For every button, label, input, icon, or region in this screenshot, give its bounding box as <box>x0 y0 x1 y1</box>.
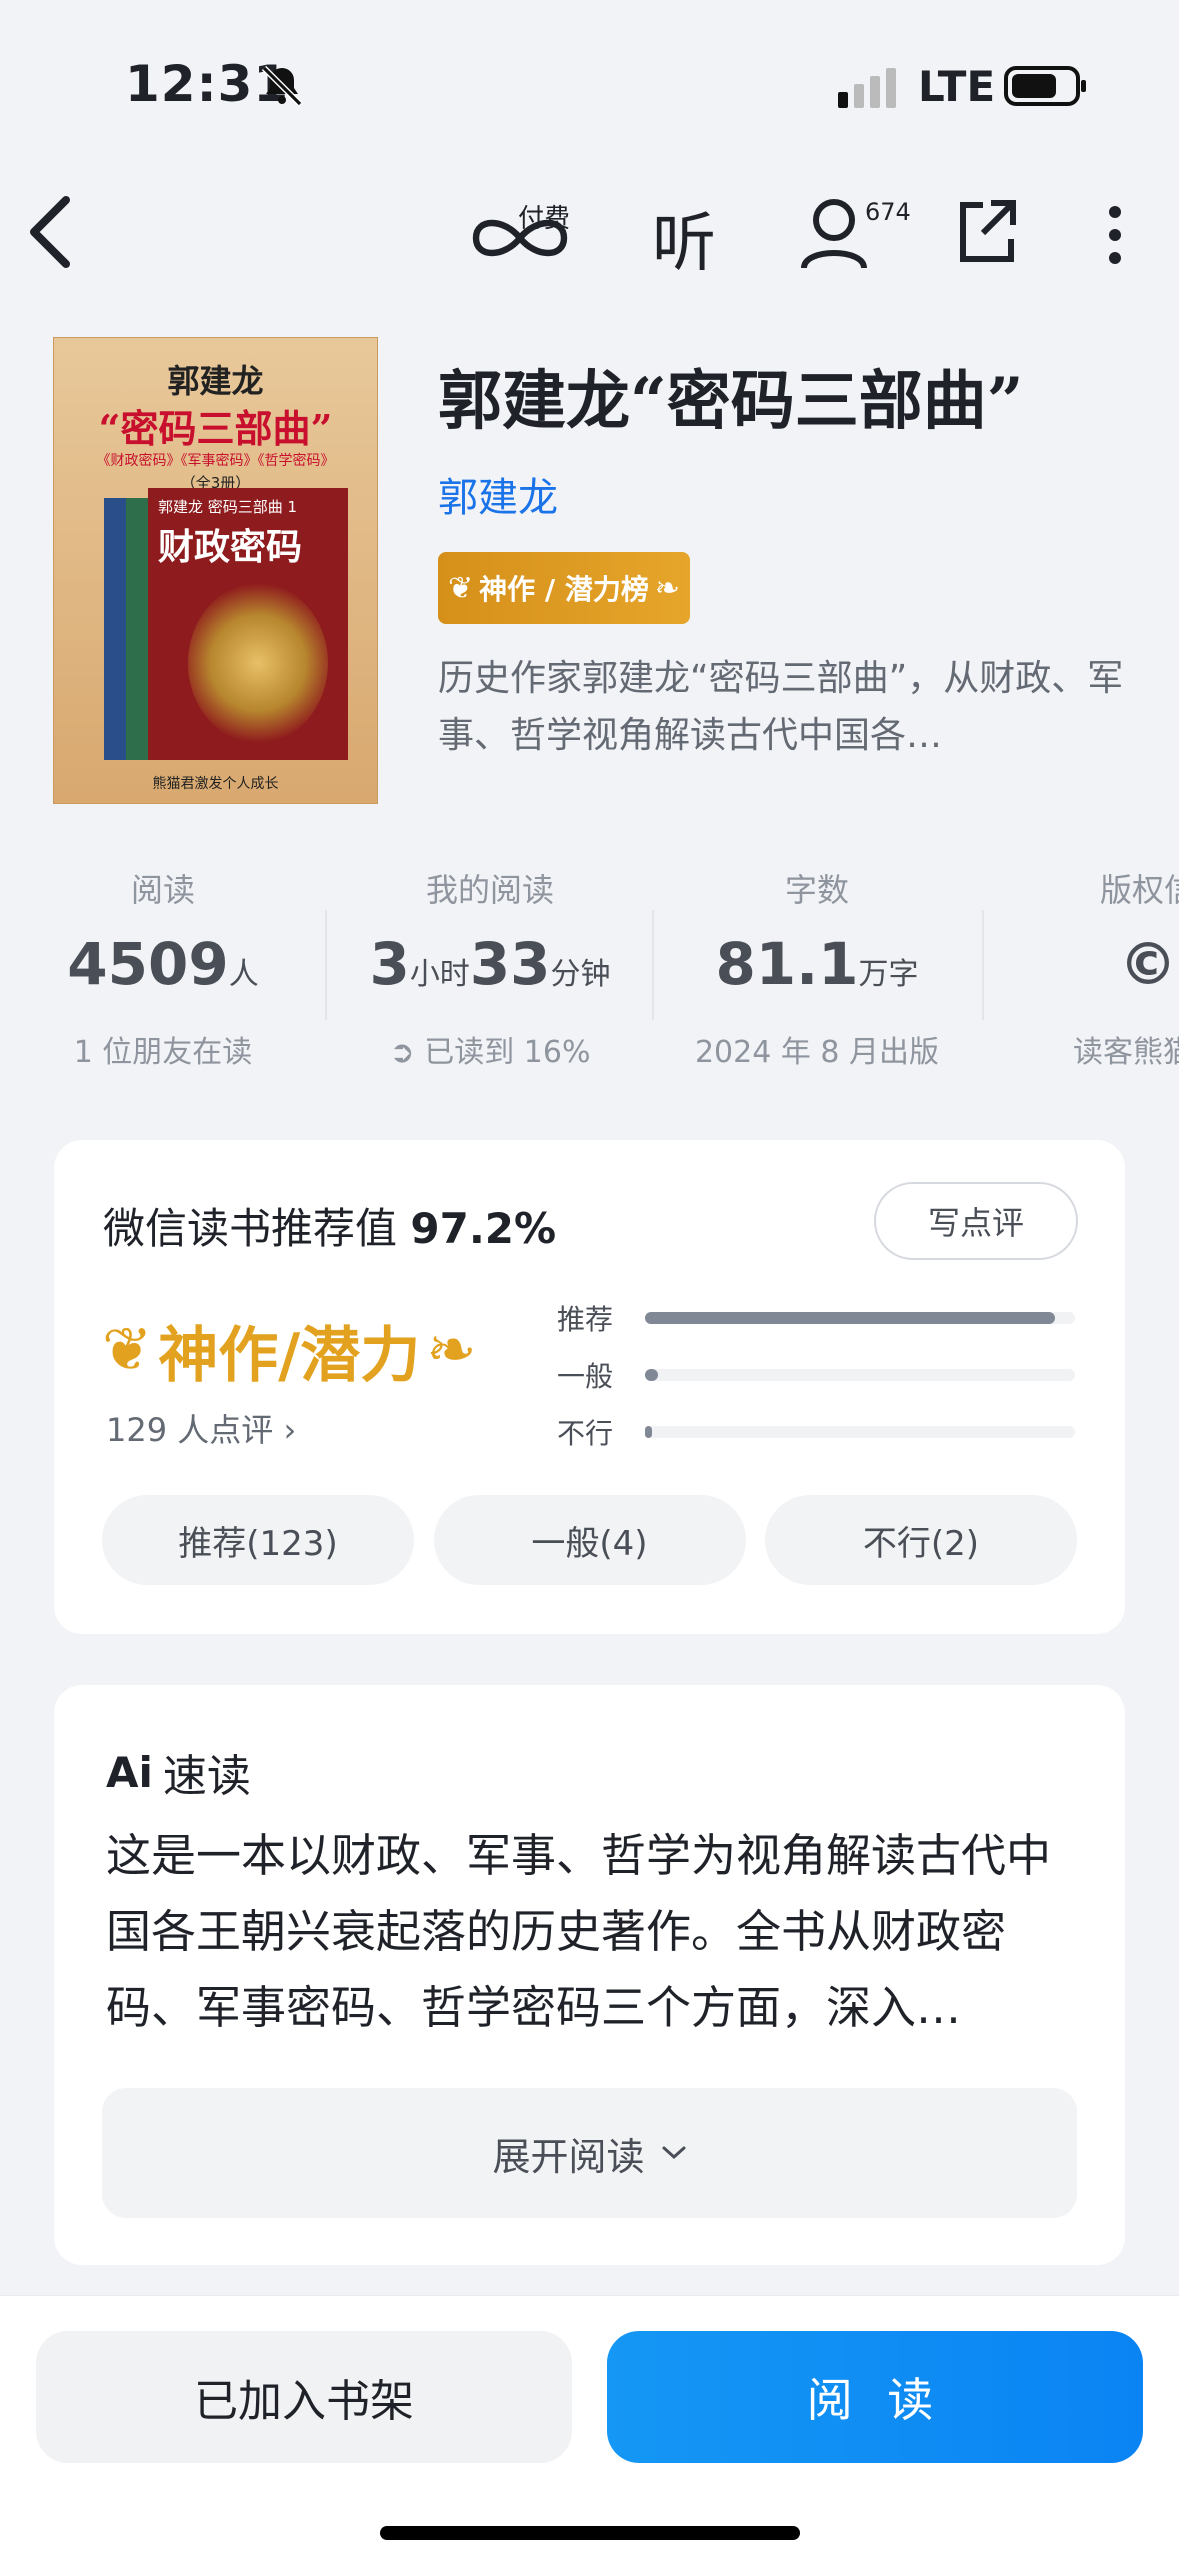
rating-bar-label: 一般 <box>557 1360 614 1393</box>
laurel-left-icon: ❦ <box>447 570 474 606</box>
rank-badge[interactable]: ❦ 神作 / 潜力榜 ❧ <box>438 552 690 624</box>
rating-bar-row: 一般 <box>557 1347 1077 1404</box>
ai-summary-title: 速读 <box>162 1751 251 1802</box>
share-icon[interactable] <box>955 195 1019 267</box>
cover-title: “密码三部曲” <box>98 406 333 451</box>
rating-bars: 推荐 一般 不行 <box>557 1290 1077 1461</box>
cover-subtitle: 《财政密码》《军事密码》《哲学密码》 <box>96 453 335 469</box>
top-nav: 付费 听 674 <box>0 180 1179 281</box>
add-to-shelf-button[interactable]: 已加入书架 <box>36 2331 572 2463</box>
recommend-badge-label: 神作/潜力 <box>158 1320 421 1391</box>
stat-label: 版权信 <box>1099 871 1179 909</box>
cover-publisher: 熊猫君激发个人成长 <box>152 776 279 792</box>
cover-book-title: 财政密码 <box>158 526 303 568</box>
bell-muted-icon <box>261 65 303 107</box>
cover-author: 郭建龙 <box>167 362 264 400</box>
rating-bar-row: 不行 <box>557 1404 1077 1461</box>
book-description[interactable]: 历史作家郭建龙“密码三部曲”，从财政、军事、哲学视角解读古代中国各… <box>438 650 1138 764</box>
stat-copyright[interactable]: 版权信 © 读客熊猫君 <box>985 865 1179 1065</box>
divider <box>982 910 984 1020</box>
recommend-title: 微信读书推荐值 97.2% <box>103 1204 557 1253</box>
cover-spine <box>104 498 126 760</box>
stat-word-count[interactable]: 字数 81.1万字 2024 年 8 月出版 <box>654 865 980 1065</box>
stat-label: 字数 <box>784 871 849 909</box>
cover-book-series: 郭建龙 密码三部曲 1 <box>158 498 298 516</box>
chevron-right-icon: › <box>273 1411 297 1449</box>
vote-bad-button[interactable]: 不行(2) <box>765 1495 1077 1585</box>
rating-bar-fill <box>645 1426 652 1438</box>
read-button[interactable]: 阅 读 <box>607 2331 1143 2463</box>
ai-summary-header: Ai 速读 <box>106 1740 251 1804</box>
stat-my-reading[interactable]: 我的阅读 3小时33分钟 ➲ 已读到 16% <box>327 865 653 1065</box>
vote-buttons: 推荐(123) 一般(4) 不行(2) <box>102 1495 1077 1585</box>
listen-button[interactable]: 听 <box>652 192 716 284</box>
book-author[interactable]: 郭建龙 <box>438 465 558 523</box>
expand-label: 展开阅读 <box>492 2134 645 2179</box>
bottom-bar: 已加入书架 阅 读 <box>0 2295 1179 2556</box>
book-title: 郭建龙“密码三部曲” <box>438 364 1024 439</box>
user-icon[interactable] <box>800 192 870 272</box>
rating-bar-track <box>645 1312 1075 1324</box>
cover-book-front: 郭建龙 密码三部曲 1 财政密码 <box>148 488 348 760</box>
stat-label: 我的阅读 <box>425 871 554 909</box>
vote-recommend-button[interactable]: 推荐(123) <box>102 1495 414 1585</box>
ai-summary-card: Ai 速读 这是一本以财政、军事、哲学为视角解读古代中国各王朝兴衰起落的历史著作… <box>54 1685 1125 2265</box>
stat-sub: 读客熊猫君 <box>1073 1035 1179 1065</box>
more-icon[interactable] <box>1100 200 1130 270</box>
signal-icon <box>838 68 896 108</box>
network-type: LTE <box>918 62 996 111</box>
battery-icon <box>1004 66 1086 106</box>
review-count-link[interactable]: 129 人点评 › <box>106 1405 296 1451</box>
copyright-icon: © <box>1119 930 1177 998</box>
arrow-circle-icon: ➲ <box>389 1035 415 1065</box>
rank-badge-label: 神作 / 潜力榜 <box>479 573 649 606</box>
vote-average-button[interactable]: 一般(4) <box>433 1495 746 1585</box>
rating-bar-label: 推荐 <box>557 1303 614 1336</box>
stat-sub: 2024 年 8 月出版 <box>694 1035 940 1065</box>
status-bar: 12:31 LTE <box>0 0 1179 150</box>
rating-bar-track <box>645 1369 1075 1381</box>
dragon-illustration <box>188 583 328 743</box>
back-icon[interactable] <box>18 192 84 272</box>
stats-row: 阅读 4509人 1 位朋友在读 我的阅读 3小时33分钟 ➲ 已读到 16% … <box>0 865 1179 1065</box>
stat-sub: ➲ 已读到 16% <box>327 1027 653 1065</box>
cover-spine <box>126 498 148 760</box>
ai-summary-text: 这是一本以财政、军事、哲学为视角解读古代中国各王朝兴衰起落的历史著作。全书从财政… <box>106 1829 1052 2034</box>
recommend-badge: ❦ 神作/潜力 ❧ <box>102 1295 476 1405</box>
stat-value: 81.1万字 <box>715 930 919 998</box>
rating-bar-label: 不行 <box>557 1417 614 1450</box>
home-indicator[interactable] <box>380 2526 800 2540</box>
recommend-card: 微信读书推荐值 97.2% 写点评 ❦ 神作/潜力 ❧ 129 人点评 › 推荐… <box>54 1140 1125 1634</box>
stat-label: 阅读 <box>130 871 195 909</box>
rating-bar-fill <box>645 1369 659 1381</box>
laurel-right-icon: ❧ <box>426 1315 477 1385</box>
pay-label[interactable]: 付费 <box>518 198 570 235</box>
expand-button[interactable]: 展开阅读 <box>102 2088 1077 2218</box>
write-review-button[interactable]: 写点评 <box>874 1182 1078 1260</box>
rating-bar-track <box>645 1426 1075 1438</box>
laurel-right-icon: ❧ <box>654 570 680 606</box>
stat-value: 3小时33分钟 <box>369 930 611 998</box>
laurel-left-icon: ❦ <box>102 1315 153 1385</box>
rating-bar-row: 推荐 <box>557 1290 1077 1347</box>
book-cover[interactable]: 郭建龙 “密码三部曲” 《财政密码》《军事密码》《哲学密码》 （全3册） 郭建龙… <box>53 337 378 804</box>
user-count: 674 <box>865 198 911 226</box>
stat-sub: 1 位朋友在读 <box>73 1035 253 1065</box>
stat-value: 4509人 <box>67 930 259 998</box>
ai-icon: Ai <box>106 1747 153 1797</box>
stat-readers[interactable]: 阅读 4509人 1 位朋友在读 <box>0 865 326 1065</box>
rating-bar-fill <box>645 1312 1055 1324</box>
chevron-down-icon <box>662 2146 685 2160</box>
